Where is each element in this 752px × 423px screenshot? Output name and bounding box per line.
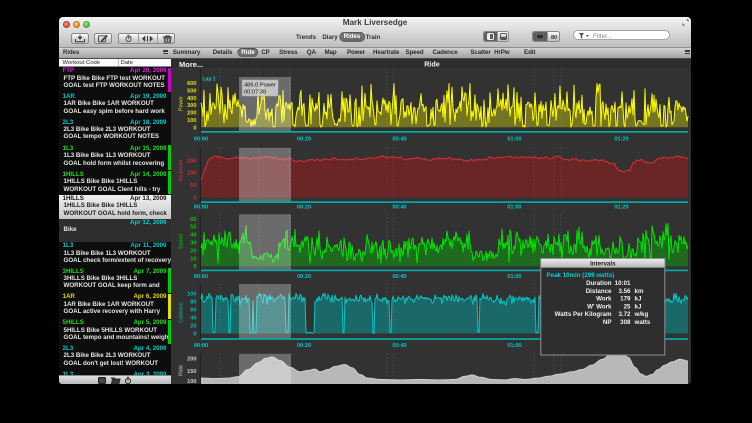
svg-text:40: 40 [190,232,196,238]
svg-text:50: 50 [190,183,196,189]
svg-text:0: 0 [193,125,196,131]
svg-text:20: 20 [190,323,196,329]
svg-text:60: 60 [190,307,196,313]
svg-text:01:00: 01:00 [507,274,521,280]
svg-text:Intervals: Intervals [590,260,616,267]
svg-text:W' Work: W' Work [587,303,612,310]
svg-text:308: 308 [620,319,631,326]
svg-text:00:00: 00:00 [194,274,208,280]
svg-text:km: km [635,287,644,294]
svg-text:10:01: 10:01 [615,280,631,287]
svg-text:20: 20 [190,248,196,254]
svg-text:400: 400 [187,95,196,101]
svg-text:00:40: 00:40 [392,136,406,142]
svg-text:600: 600 [187,81,196,87]
svg-text:Peak 10min (298 watts): Peak 10min (298 watts) [547,272,615,279]
svg-text:25: 25 [624,303,631,310]
svg-text:Ride: Ride [179,365,185,376]
svg-text:01:00: 01:00 [507,204,521,210]
svg-text:01:20: 01:20 [614,204,628,210]
svg-text:0: 0 [193,331,196,337]
svg-text:00:07:38: 00:07:38 [244,89,266,95]
svg-text:30: 30 [190,240,196,246]
svg-text:00:00: 00:00 [194,342,208,348]
svg-text:500: 500 [187,88,196,94]
svg-text:Ride: Ride [424,59,440,68]
svg-text:100: 100 [187,170,196,176]
svg-text:Duration: Duration [586,280,612,287]
svg-text:3.56: 3.56 [618,287,631,294]
svg-text:00:00: 00:00 [194,136,208,142]
svg-text:kJ: kJ [635,303,642,310]
svg-text:100: 100 [187,378,196,384]
svg-text:80: 80 [551,34,557,40]
svg-text:80: 80 [190,299,196,305]
svg-text:Distance: Distance [586,287,612,294]
svg-text:00:20: 00:20 [297,342,311,348]
svg-text:60: 60 [190,216,196,222]
svg-text:Watts Per Kilogram: Watts Per Kilogram [555,311,612,318]
svg-text:w/kg: w/kg [634,311,649,318]
svg-text:00:40: 00:40 [392,204,406,210]
svg-text:0: 0 [193,195,196,201]
svg-text:00:40: 00:40 [392,342,406,348]
svg-text:00:00: 00:00 [194,204,208,210]
svg-text:486.0 Power: 486.0 Power [244,82,276,88]
svg-text:More...: More... [179,59,203,68]
svg-text:3.72: 3.72 [618,311,631,318]
svg-text:NP: NP [603,319,612,326]
svg-text:50: 50 [190,224,196,230]
svg-text:00:20: 00:20 [297,136,311,142]
svg-text:200: 200 [187,110,196,116]
svg-text:Work: Work [596,295,612,302]
svg-text:01:00: 01:00 [507,136,521,142]
svg-text:179: 179 [620,295,631,302]
svg-text:300: 300 [187,103,196,109]
svg-text:00:40: 00:40 [392,274,406,280]
svg-text:100: 100 [187,291,196,297]
svg-text:Heartrate: Heartrate [179,159,185,181]
svg-text:0: 0 [193,264,196,270]
svg-text:150: 150 [187,368,196,374]
svg-text:00:20: 00:20 [297,204,311,210]
svg-text:10: 10 [190,256,196,262]
svg-text:01:00: 01:00 [507,342,521,348]
svg-text:00:20: 00:20 [297,274,311,280]
svg-text:Power: Power [179,95,185,110]
svg-text:200: 200 [187,356,196,362]
svg-text:01:20: 01:20 [614,136,628,142]
svg-text:Speed: Speed [179,233,185,248]
svg-text:watts: watts [634,319,651,326]
svg-text:150: 150 [187,158,196,164]
svg-text:kJ: kJ [635,295,642,302]
svg-text:Cadence: Cadence [179,302,185,323]
svg-text:Lap 1: Lap 1 [203,76,216,82]
svg-text:40: 40 [190,315,196,321]
svg-text:100: 100 [187,117,196,123]
